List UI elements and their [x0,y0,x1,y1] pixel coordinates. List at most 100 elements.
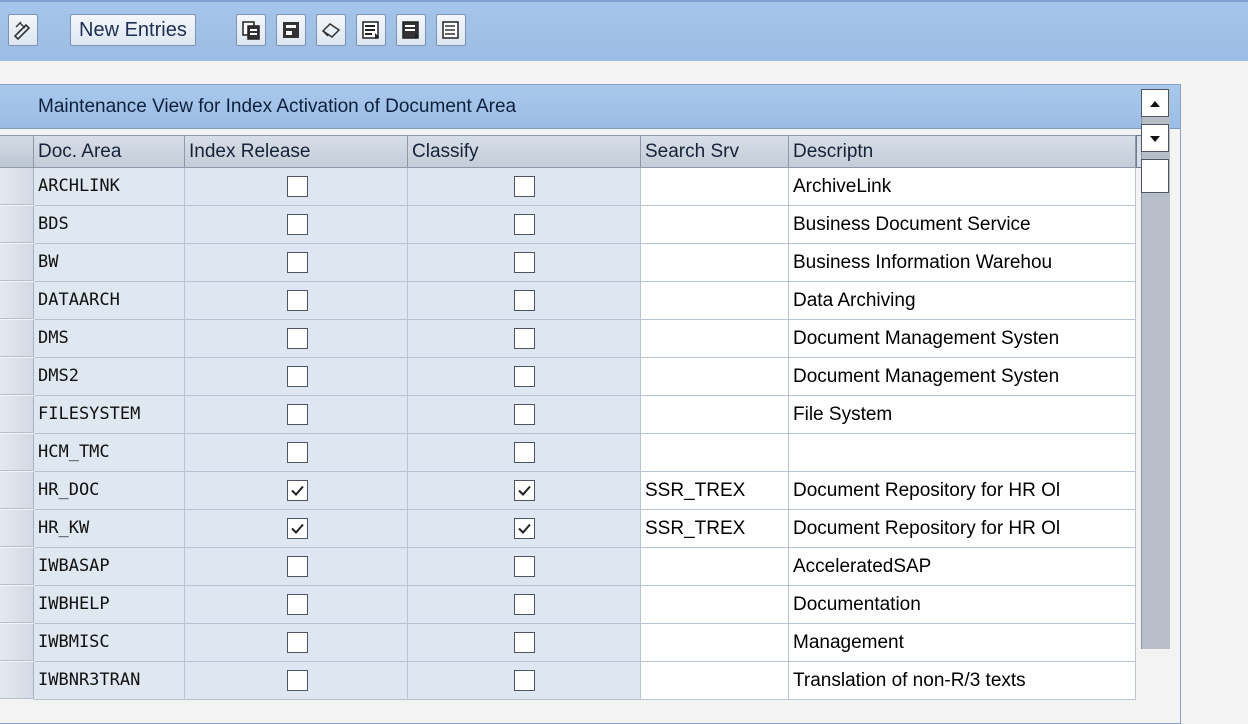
classify-checkbox[interactable] [514,214,535,235]
search-srv-field[interactable] [641,244,789,282]
check-icon [518,510,531,547]
column-header-search-srv[interactable]: Search Srv [641,135,789,168]
search-srv-field[interactable] [641,548,789,586]
doc-area-cell[interactable]: BW [34,244,185,282]
copy-as-button[interactable] [236,14,266,46]
table-row: HR_DOC SSR_TREX Document Repository for HR… [0,472,1136,510]
search-srv-field[interactable] [641,282,789,320]
classify-checkbox[interactable] [514,252,535,273]
classify-checkbox[interactable] [514,442,535,463]
index-release-checkbox[interactable] [287,442,308,463]
classify-cell [408,282,641,320]
index-release-checkbox[interactable] [287,328,308,349]
select-block-button[interactable] [396,14,426,46]
classify-cell [408,244,641,282]
row-selector[interactable] [0,662,34,699]
row-selector[interactable] [0,320,34,357]
description-cell: Document Management Systen [789,358,1136,396]
index-release-cell [185,244,408,282]
classify-checkbox[interactable] [514,632,535,653]
row-selector[interactable] [0,472,34,509]
description-cell: AcceleratedSAP [789,548,1136,586]
doc-area-cell[interactable]: BDS [34,206,185,244]
doc-area-cell[interactable]: IWBHELP [34,586,185,624]
index-release-checkbox[interactable] [287,290,308,311]
classify-checkbox[interactable] [514,556,535,577]
index-release-checkbox[interactable] [287,556,308,577]
search-srv-field[interactable] [641,624,789,662]
row-selector[interactable] [0,206,34,243]
classify-checkbox[interactable] [514,518,535,539]
row-selector[interactable] [0,282,34,319]
index-release-checkbox[interactable] [287,518,308,539]
row-selector[interactable] [0,244,34,281]
column-header-doc-area[interactable]: Doc. Area [34,135,185,168]
display-change-button[interactable] [8,14,38,46]
deselect-all-button[interactable] [436,14,466,46]
classify-checkbox[interactable] [514,670,535,691]
arrow-down-icon [1149,127,1161,149]
column-header-index-release[interactable]: Index Release [185,135,408,168]
row-selector[interactable] [0,586,34,623]
scroll-down-button[interactable] [1141,124,1169,152]
scrollbar-thumb[interactable] [1141,159,1169,193]
index-release-checkbox[interactable] [287,404,308,425]
new-entries-button[interactable]: New Entries [70,14,196,46]
classify-checkbox[interactable] [514,480,535,501]
index-release-checkbox[interactable] [287,480,308,501]
search-srv-field[interactable] [641,662,789,700]
classify-checkbox[interactable] [514,176,535,197]
search-srv-field[interactable]: SSR_TREX [641,472,789,510]
classify-checkbox[interactable] [514,594,535,615]
index-release-checkbox[interactable] [287,252,308,273]
search-srv-field[interactable] [641,358,789,396]
classify-checkbox[interactable] [514,328,535,349]
classify-cell [408,168,641,206]
index-release-checkbox[interactable] [287,176,308,197]
search-srv-field[interactable]: SSR_TREX [641,510,789,548]
doc-area-cell[interactable]: FILESYSTEM [34,396,185,434]
row-selector[interactable] [0,548,34,585]
row-selector[interactable] [0,168,34,205]
row-selector[interactable] [0,510,34,547]
check-icon [518,472,531,509]
undo-change-button[interactable] [316,14,346,46]
doc-area-cell[interactable]: IWBMISC [34,624,185,662]
index-release-checkbox[interactable] [287,366,308,387]
index-release-checkbox[interactable] [287,670,308,691]
doc-area-cell[interactable]: DMS [34,320,185,358]
row-selector[interactable] [0,358,34,395]
scroll-up-button[interactable] [1141,89,1169,117]
doc-area-cell[interactable]: HR_DOC [34,472,185,510]
search-srv-field[interactable] [641,586,789,624]
delete-button[interactable] [276,14,306,46]
doc-area-cell[interactable]: HCM_TMC [34,434,185,472]
doc-area-cell[interactable]: IWBASAP [34,548,185,586]
doc-area-cell[interactable]: ARCHLINK [34,168,185,206]
column-header-descriptn[interactable]: Descriptn [789,135,1136,168]
classify-checkbox[interactable] [514,404,535,425]
doc-area-cell[interactable]: DMS2 [34,358,185,396]
table-row: IWBNR3TRAN Translation of non-R/3 texts [0,662,1136,700]
row-selector[interactable] [0,434,34,471]
doc-area-cell[interactable]: DATAARCH [34,282,185,320]
search-srv-field[interactable] [641,206,789,244]
search-srv-field[interactable] [641,434,789,472]
search-srv-field[interactable] [641,320,789,358]
classify-checkbox[interactable] [514,366,535,387]
classify-checkbox[interactable] [514,290,535,311]
row-selector[interactable] [0,396,34,433]
column-header-classify[interactable]: Classify [408,135,641,168]
index-release-checkbox[interactable] [287,214,308,235]
index-release-checkbox[interactable] [287,632,308,653]
index-release-checkbox[interactable] [287,594,308,615]
select-all-button[interactable] [356,14,386,46]
copy-icon [241,20,261,40]
search-srv-field[interactable] [641,396,789,434]
search-srv-field[interactable] [641,168,789,206]
table-row: HR_KW SSR_TREX Document Repository for HR … [0,510,1136,548]
doc-area-cell[interactable]: IWBNR3TRAN [34,662,185,700]
select-all-rows-button[interactable] [0,135,34,168]
doc-area-cell[interactable]: HR_KW [34,510,185,548]
row-selector[interactable] [0,624,34,661]
